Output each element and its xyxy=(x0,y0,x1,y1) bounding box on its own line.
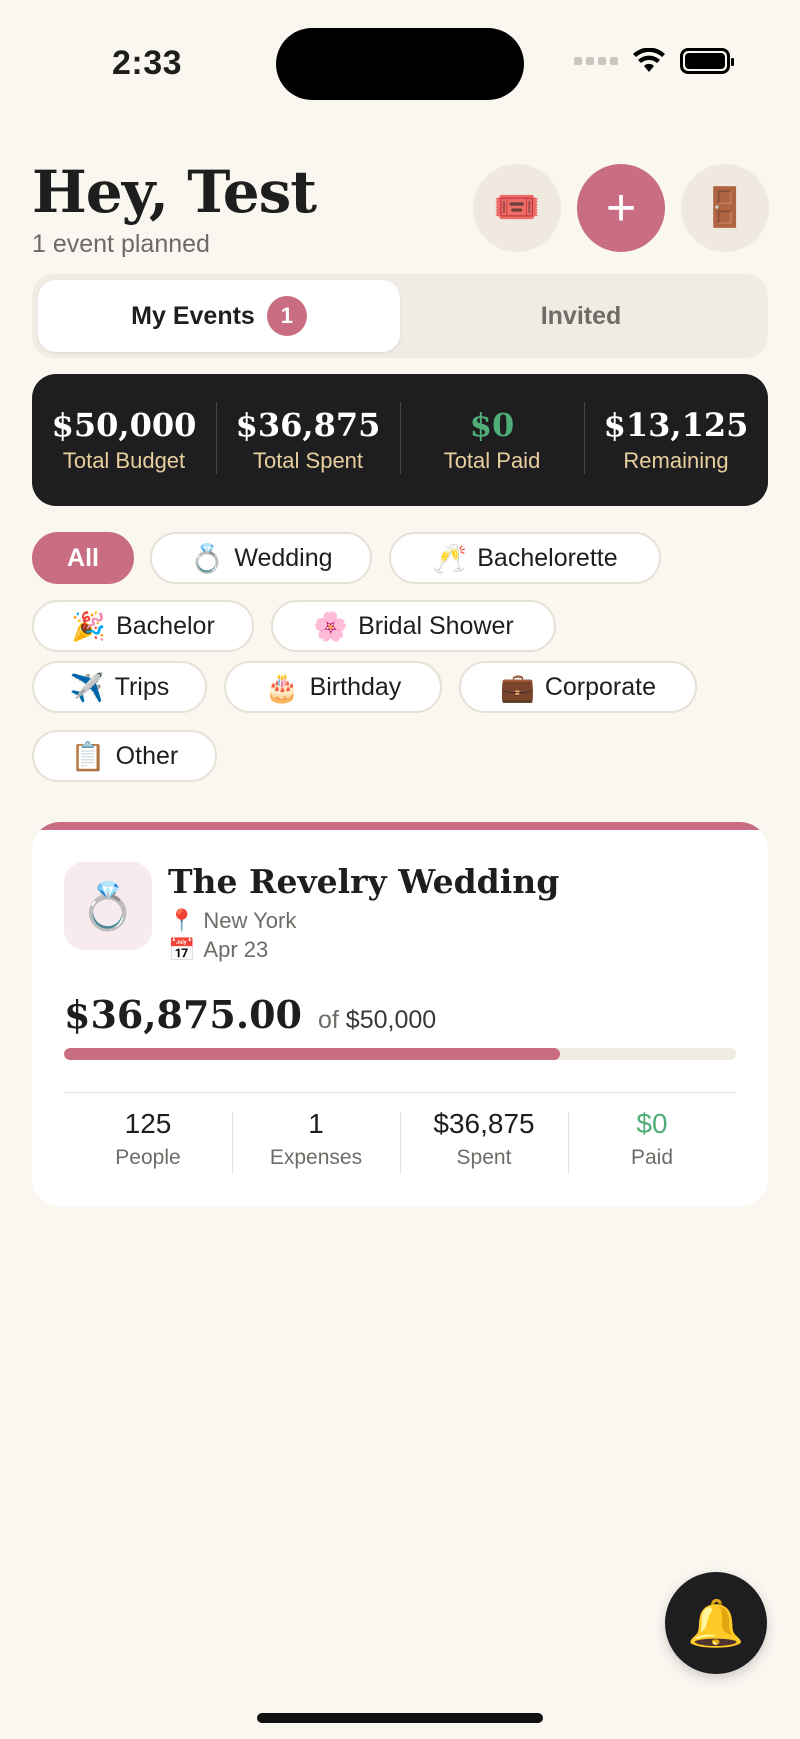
events-tab-switcher: My Events 1 Invited xyxy=(32,274,768,358)
filter-chip-corporate[interactable]: 💼 Corporate xyxy=(459,661,697,713)
flower-icon: 🌸 xyxy=(313,610,349,642)
wifi-icon xyxy=(633,48,665,72)
budget-summary-card: $50,000 Total Budget $36,875 Total Spent… xyxy=(32,374,768,506)
cellular-signal-icon xyxy=(574,57,618,65)
tab-my-events[interactable]: My Events 1 xyxy=(38,280,400,352)
event-count-badge: 1 xyxy=(266,296,307,336)
chip-label: Bachelorette xyxy=(477,543,618,572)
chip-label: Trips xyxy=(114,672,170,701)
clipboard-icon: 📋 xyxy=(70,740,106,772)
dynamic-island xyxy=(276,28,524,100)
calendar-icon: 📅 xyxy=(168,937,196,962)
tab-label: My Events xyxy=(131,301,255,330)
events-count-subtitle: 1 event planned xyxy=(32,230,210,258)
budget-progress-bar xyxy=(64,1048,736,1060)
event-card-accent-bar xyxy=(32,822,768,830)
event-location: 📍 New York xyxy=(168,908,296,934)
filter-chip-bachelor[interactable]: 🎉 Bachelor xyxy=(32,600,254,652)
chip-label: Other xyxy=(115,741,179,770)
summary-remaining: $13,125 Remaining xyxy=(584,402,768,474)
event-date: 📅 Apr 23 xyxy=(168,937,268,963)
summary-value: $36,875 xyxy=(235,406,381,444)
filter-chip-bachelorette[interactable]: 🥂 Bachelorette xyxy=(389,532,661,584)
budget-value: $50,000 xyxy=(345,1006,437,1034)
stat-label: Spent xyxy=(456,1146,512,1169)
page-title: Hey, Test xyxy=(32,158,317,226)
status-indicators xyxy=(574,48,734,74)
summary-label: Remaining xyxy=(623,448,729,473)
briefcase-icon: 💼 xyxy=(499,671,535,703)
summary-value: $0 xyxy=(469,406,515,444)
chip-label: Corporate xyxy=(544,672,657,701)
tab-label: Invited xyxy=(540,301,622,330)
budget-progress-fill xyxy=(64,1048,560,1060)
stat-label: Paid xyxy=(630,1146,674,1169)
filter-chip-other[interactable]: 📋 Other xyxy=(32,730,217,782)
plus-icon: + xyxy=(605,179,637,237)
chip-label: Wedding xyxy=(234,543,333,572)
filter-chip-trips[interactable]: ✈️ Trips xyxy=(32,661,207,713)
chip-label: Bachelor xyxy=(116,611,215,640)
stat-value: $0 xyxy=(636,1108,668,1139)
add-event-button[interactable]: + xyxy=(577,164,665,252)
bell-icon: 🔔 xyxy=(687,1596,745,1649)
event-stats: 125 People 1 Expenses $36,875 Spent $0 P… xyxy=(64,1108,736,1178)
stat-spent: $36,875 Spent xyxy=(400,1108,568,1178)
event-budget-total: of $50,000 xyxy=(318,1006,436,1035)
event-spent-amount: $36,875.00 xyxy=(64,992,302,1037)
event-location-text: New York xyxy=(203,908,297,933)
summary-label: Total Spent xyxy=(252,448,364,473)
chip-label: Birthday xyxy=(309,672,402,701)
filter-chip-all[interactable]: All xyxy=(32,532,134,584)
logout-button[interactable]: 🚪 xyxy=(681,164,769,252)
champagne-icon: 🥂 xyxy=(432,542,468,574)
chip-label: All xyxy=(67,543,99,572)
event-name: The Revelry Wedding xyxy=(168,862,560,901)
airplane-icon: ✈️ xyxy=(69,671,105,703)
ticket-icon: 🎟️ xyxy=(493,187,541,229)
pin-icon: 📍 xyxy=(168,908,196,933)
tab-invited[interactable]: Invited xyxy=(400,280,762,352)
summary-total-paid: $0 Total Paid xyxy=(400,402,584,474)
door-icon: 🚪 xyxy=(701,187,749,229)
summary-total-spent: $36,875 Total Spent xyxy=(216,402,400,474)
filter-chip-bridal-shower[interactable]: 🌸 Bridal Shower xyxy=(271,600,556,652)
status-time: 2:33 xyxy=(112,44,183,82)
event-card[interactable]: 💍 The Revelry Wedding 📍 New York 📅 Apr 2… xyxy=(32,822,768,1206)
stat-people: 125 People xyxy=(64,1108,232,1178)
notifications-button[interactable]: 🔔 xyxy=(665,1572,767,1674)
stat-label: Expenses xyxy=(269,1146,363,1169)
party-popper-icon: 🎉 xyxy=(71,610,107,642)
ring-icon: 💍 xyxy=(189,542,225,574)
stat-expenses: 1 Expenses xyxy=(232,1108,400,1178)
battery-icon xyxy=(680,48,734,74)
summary-value: $50,000 xyxy=(51,406,197,444)
birthday-cake-icon: 🎂 xyxy=(264,671,300,703)
events-screen: 2:33 Hey, Test 1 event planned 🎟️ + 🚪 My… xyxy=(0,0,800,1739)
home-indicator xyxy=(257,1713,543,1723)
event-budget-line: $36,875.00 of $50,000 xyxy=(64,992,436,1037)
of-label: of xyxy=(317,1006,339,1034)
summary-total-budget: $50,000 Total Budget xyxy=(32,406,216,474)
stat-value: $36,875 xyxy=(433,1108,535,1139)
filter-chip-wedding[interactable]: 💍 Wedding xyxy=(150,532,372,584)
stat-value: 125 xyxy=(124,1108,172,1139)
summary-label: Total Paid xyxy=(443,448,541,473)
filter-chip-birthday[interactable]: 🎂 Birthday xyxy=(224,661,442,713)
stat-value: 1 xyxy=(308,1108,324,1139)
event-date-text: Apr 23 xyxy=(203,937,269,962)
event-ring-icon: 💍 xyxy=(64,862,152,950)
stat-paid: $0 Paid xyxy=(568,1108,736,1178)
summary-value: $13,125 xyxy=(603,406,749,444)
divider xyxy=(64,1092,736,1093)
stat-label: People xyxy=(115,1146,181,1169)
summary-label: Total Budget xyxy=(62,448,186,473)
tickets-button[interactable]: 🎟️ xyxy=(473,164,561,252)
chip-label: Bridal Shower xyxy=(358,611,514,640)
